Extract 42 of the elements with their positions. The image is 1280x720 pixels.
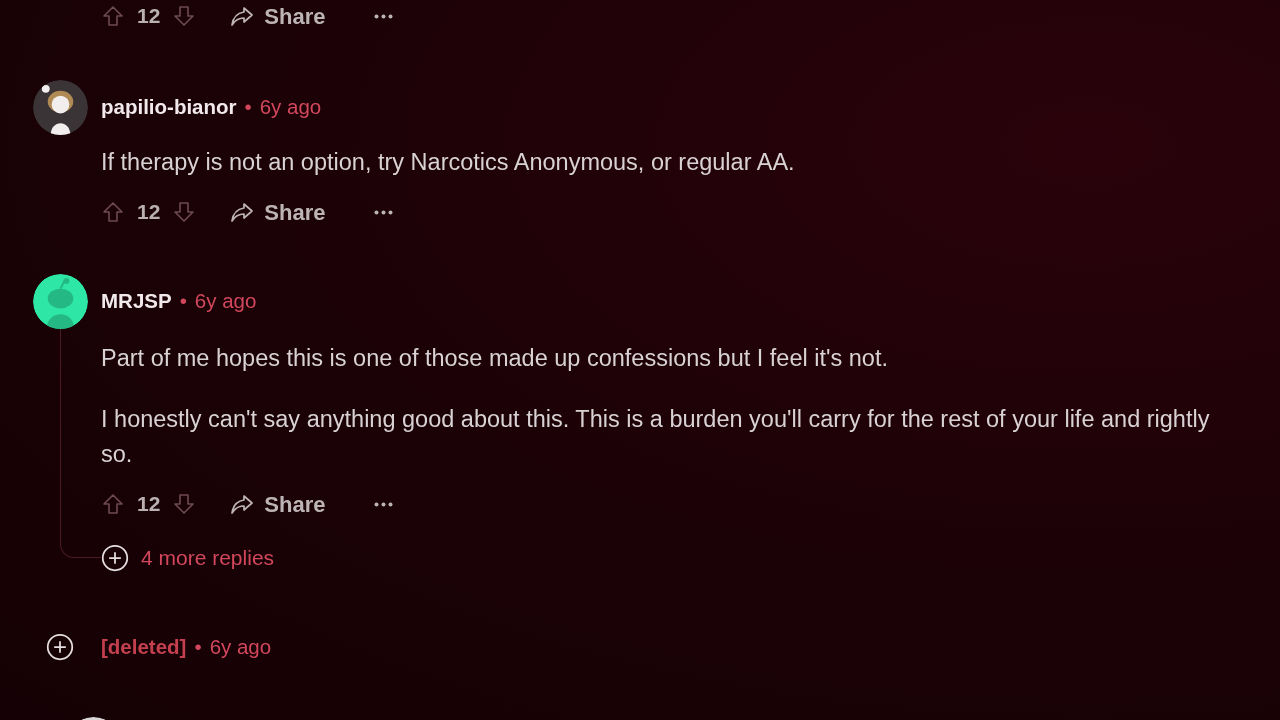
expand-icon xyxy=(46,633,74,661)
share-button[interactable]: Share xyxy=(222,0,334,33)
upvote-button[interactable] xyxy=(101,4,125,28)
vote-count: 12 xyxy=(137,199,161,226)
comment-text: If therapy is not an option, try Narcotics Anonymous, or regular AA. xyxy=(101,148,796,177)
timestamp: 6y ago xyxy=(259,94,322,121)
share-icon xyxy=(230,200,255,224)
timestamp: 6y ago xyxy=(194,288,257,315)
downvote-icon xyxy=(172,4,197,28)
separator-dot: • xyxy=(244,94,252,121)
upvote-icon xyxy=(101,200,125,224)
upvote-icon xyxy=(101,492,125,516)
username[interactable]: [deleted] xyxy=(101,631,187,663)
comment-text: Part of me hopes this is one of those made up confessions but I feel it's not. xyxy=(101,344,889,373)
share-icon xyxy=(230,492,255,516)
expand-icon xyxy=(101,544,129,572)
share-button[interactable]: Share xyxy=(222,487,334,521)
separator-dot: • xyxy=(194,633,202,660)
more-replies-link[interactable]: 4 more replies xyxy=(101,542,275,574)
user-avatar[interactable] xyxy=(33,274,88,329)
downvote-icon xyxy=(172,492,197,516)
downvote-icon xyxy=(172,200,197,224)
downvote-button[interactable] xyxy=(172,200,197,224)
upvote-icon xyxy=(101,4,125,28)
expand-button[interactable] xyxy=(46,633,74,661)
downvote-button[interactable] xyxy=(172,4,197,28)
vote-count: 12 xyxy=(137,491,161,518)
vote-count: 12 xyxy=(137,3,161,30)
upvote-button[interactable] xyxy=(101,492,125,516)
separator-dot: • xyxy=(179,288,187,315)
username[interactable]: MRJSP xyxy=(101,286,172,317)
upvote-button[interactable] xyxy=(101,200,125,224)
comment-text: I honestly can't say anything good about this. This is a burden you'll carry for the rest of your life and rightly so. xyxy=(101,405,1211,469)
user-avatar[interactable] xyxy=(33,80,88,135)
more-options-icon xyxy=(373,209,393,215)
share-icon xyxy=(230,4,255,28)
more-options-icon xyxy=(373,13,393,19)
more-options-icon xyxy=(373,501,393,507)
downvote-button[interactable] xyxy=(172,492,197,516)
username[interactable]: papilio-bianor xyxy=(101,92,237,123)
share-button[interactable]: Share xyxy=(222,195,334,229)
timestamp: 6y ago xyxy=(209,633,272,660)
